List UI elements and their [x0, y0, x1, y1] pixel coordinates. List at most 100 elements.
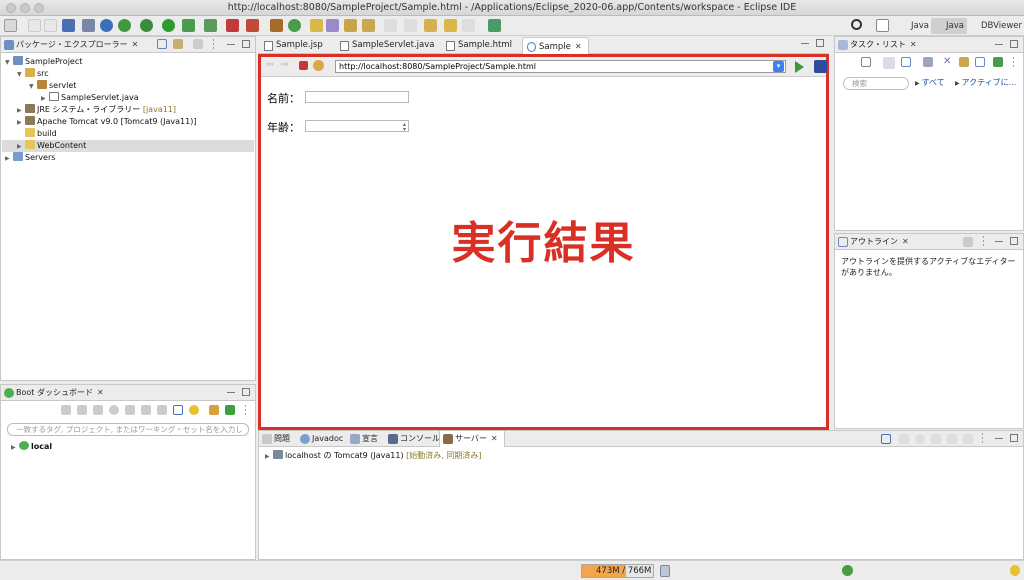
view-menu-icon[interactable]: · · ·	[982, 234, 985, 251]
minimize-icon[interactable]	[995, 438, 1003, 439]
save-all-icon[interactable]	[44, 19, 57, 32]
stop-server-icon[interactable]	[947, 434, 957, 444]
view-menu-icon[interactable]: · · ·	[244, 403, 247, 420]
categorized-icon[interactable]	[883, 57, 895, 69]
close-icon[interactable]: ✕	[910, 37, 917, 53]
skip-breakpoints-icon[interactable]	[82, 19, 95, 32]
layout-icon[interactable]	[173, 405, 183, 415]
perspective-dbviewer[interactable]: DBViewer	[966, 18, 1024, 34]
all-tasks-link[interactable]: ▶ すべて	[915, 77, 945, 88]
minimize-icon[interactable]	[995, 241, 1003, 242]
perspective-java[interactable]: Java	[896, 18, 932, 34]
prev-annotation-icon[interactable]	[404, 19, 417, 32]
tab-declaration[interactable]: 宣言	[347, 431, 378, 447]
tab-console[interactable]: コンソール	[385, 431, 440, 447]
tree-item-servers[interactable]: ▶ Servers	[5, 152, 55, 164]
search-icon[interactable]	[344, 19, 357, 32]
debug-icon[interactable]	[140, 19, 153, 32]
debug-server-icon[interactable]	[899, 434, 909, 444]
url-dropdown-icon[interactable]: ▾	[773, 61, 784, 72]
sort-icon[interactable]	[963, 237, 973, 247]
open-browser-icon[interactable]	[109, 405, 119, 415]
coverage-icon[interactable]	[204, 19, 217, 32]
url-input[interactable]: http://localhost:8080/SampleProject/Samp…	[335, 60, 786, 73]
debug-icon[interactable]	[77, 405, 87, 415]
view-menu-icon[interactable]: · · ·	[981, 431, 984, 448]
view-menu-icon[interactable]: · · ·	[1012, 55, 1015, 72]
tab-sample-servlet[interactable]: SampleServlet.java	[336, 37, 434, 54]
go-icon[interactable]	[795, 61, 804, 73]
close-icon[interactable]: ✕	[575, 38, 582, 55]
spring-icon[interactable]	[118, 19, 131, 32]
pen-icon[interactable]	[362, 19, 375, 32]
collapse-icon[interactable]	[881, 434, 891, 444]
run-last-icon[interactable]	[182, 19, 195, 32]
tree-item-webcontent[interactable]: ▶ WebContent	[17, 140, 86, 152]
tree-item-src[interactable]: ▼ src	[17, 68, 49, 80]
sync-icon[interactable]	[959, 57, 969, 67]
collapse-all-icon[interactable]	[157, 39, 167, 49]
terminal-icon[interactable]	[62, 19, 75, 32]
new-icon[interactable]	[4, 19, 17, 32]
tree-item-jre[interactable]: ▶ JRE システム・ライブラリー [java11]	[17, 104, 176, 116]
name-input[interactable]	[305, 91, 409, 103]
package-explorer-tab[interactable]: パッケージ・エクスプローラー ✕	[1, 37, 138, 53]
tip-icon[interactable]	[1010, 565, 1020, 576]
stop-icon[interactable]	[226, 19, 239, 32]
view-menu-icon[interactable]: · · ·	[212, 37, 215, 54]
minimize-icon[interactable]	[801, 43, 809, 44]
external-tools-icon[interactable]	[246, 19, 259, 32]
server-row[interactable]: ▶ localhost の Tomcat9 (Java11) [始動済み, 同期済…	[265, 450, 481, 462]
maximize-icon[interactable]	[242, 40, 250, 48]
hide-completed-icon[interactable]: ✕	[943, 57, 953, 67]
tree-item-tomcat[interactable]: ▶ Apache Tomcat v9.0 [Tomcat9 (Java11)]	[17, 116, 196, 128]
active-tasks-link[interactable]: ▶ アクティブに...	[955, 77, 1016, 88]
maximize-icon[interactable]	[1010, 40, 1018, 48]
run-icon[interactable]	[162, 19, 175, 32]
next-annotation-icon[interactable]	[384, 19, 397, 32]
open-perspective-dialog-icon[interactable]	[876, 19, 889, 32]
filter-input[interactable]: 一致するタグ, プロジェクト, またはワーキング・セット名を入力し	[7, 423, 249, 436]
tab-sample-browser[interactable]: Sample ✕	[522, 37, 589, 54]
new-class-icon[interactable]	[288, 19, 301, 32]
start-icon[interactable]	[61, 405, 71, 415]
close-window-button[interactable]	[6, 3, 16, 13]
tab-sample-jsp[interactable]: Sample.jsp	[260, 37, 323, 54]
last-edit-icon[interactable]	[424, 19, 437, 32]
maximize-icon[interactable]	[816, 39, 824, 47]
lightbulb-icon[interactable]	[189, 405, 199, 415]
tree-item-local[interactable]: ▶ local	[11, 441, 52, 453]
close-icon[interactable]: ✕	[491, 431, 498, 447]
new-task-icon[interactable]	[861, 57, 871, 67]
config-icon[interactable]	[141, 405, 151, 415]
close-icon[interactable]: ✕	[902, 234, 909, 250]
filter-icon[interactable]	[209, 405, 219, 415]
open-perspective-icon[interactable]	[488, 19, 501, 32]
back-icon[interactable]: ⇦	[266, 61, 275, 70]
back-icon[interactable]	[444, 19, 457, 32]
maximize-icon[interactable]	[242, 388, 250, 396]
external-browser-icon[interactable]	[814, 60, 827, 73]
garbage-collect-icon[interactable]	[660, 565, 670, 577]
publish-icon[interactable]	[963, 434, 973, 444]
stop-icon[interactable]	[299, 61, 308, 70]
heap-status[interactable]: 473M / 766M	[581, 564, 654, 578]
new-package-icon[interactable]	[270, 19, 283, 32]
tab-sample-html[interactable]: Sample.html	[442, 37, 512, 54]
tree-item-project[interactable]: ▼ SampleProject	[5, 56, 82, 68]
tree-item-build[interactable]: build	[17, 128, 57, 140]
update-icon[interactable]	[842, 565, 853, 576]
maximize-icon[interactable]	[1010, 434, 1018, 442]
refresh-icon[interactable]	[313, 60, 324, 71]
add-icon[interactable]	[225, 405, 235, 415]
age-number-input[interactable]: ▴ ▾	[305, 120, 409, 133]
forward-icon[interactable]	[462, 19, 475, 32]
tree-item-servlet-java[interactable]: ▶ SampleServlet.java	[41, 92, 139, 104]
outline-tab[interactable]: アウトライン ✕	[835, 234, 909, 250]
perspective-java-active[interactable]: Java	[931, 18, 967, 34]
minimize-window-button[interactable]	[20, 3, 30, 13]
minimize-icon[interactable]	[227, 392, 235, 393]
stepper-icon[interactable]: ▴ ▾	[403, 122, 406, 133]
maximize-icon[interactable]	[1010, 237, 1018, 245]
open-type-icon[interactable]	[310, 19, 323, 32]
